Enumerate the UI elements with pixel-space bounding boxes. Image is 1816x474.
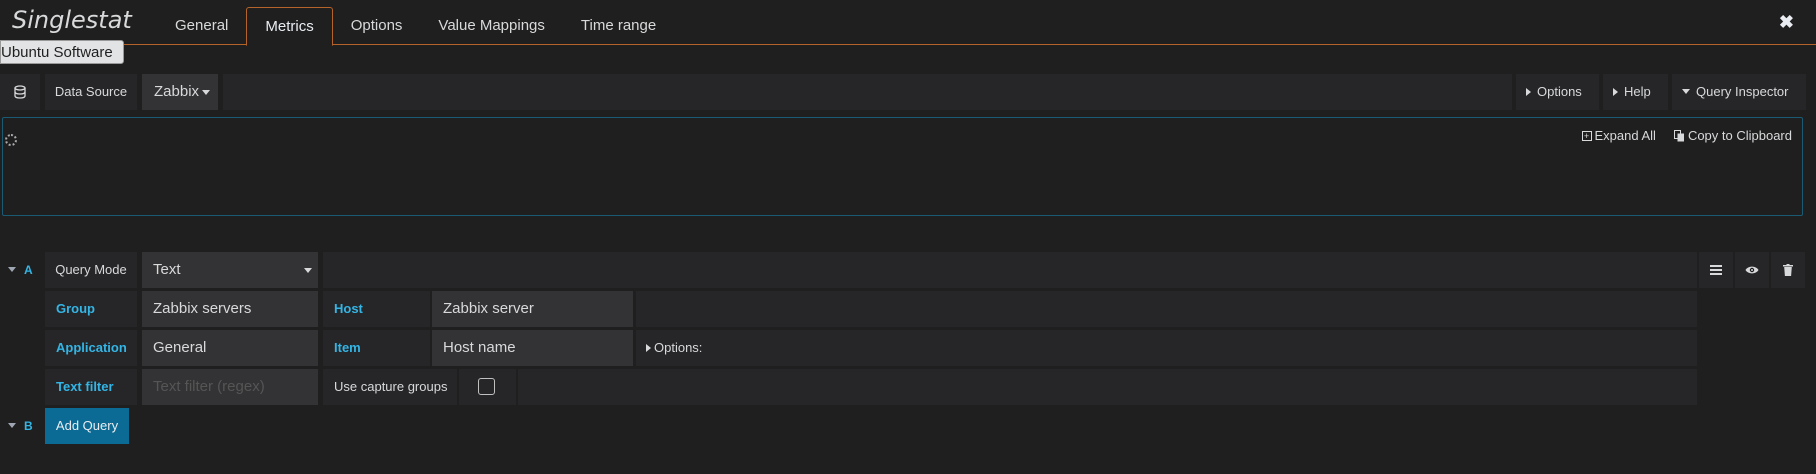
tab-options[interactable]: Options bbox=[333, 7, 421, 45]
query-b-collapse-toggle[interactable]: B bbox=[0, 408, 40, 444]
item-input[interactable]: Host name bbox=[432, 330, 633, 366]
caret-down-icon bbox=[1682, 89, 1690, 94]
query-a-collapse-toggle[interactable]: A bbox=[0, 252, 40, 288]
editor-tabs: General Metrics Options Value Mappings T… bbox=[157, 7, 674, 46]
query-a-header-filler bbox=[323, 252, 1697, 288]
host-input[interactable]: Zabbix server bbox=[432, 291, 633, 327]
caret-down-icon bbox=[8, 423, 16, 428]
tooltip: Ubuntu Software bbox=[0, 40, 124, 64]
expand-all-label: Expand All bbox=[1594, 128, 1656, 143]
datasource-label: Data Source bbox=[45, 74, 137, 110]
clipboard-icon bbox=[1673, 129, 1684, 141]
caret-down-icon bbox=[202, 90, 210, 95]
options-toggle-button[interactable]: Options bbox=[1516, 74, 1599, 110]
tab-time-range[interactable]: Time range bbox=[563, 7, 674, 45]
close-icon[interactable]: ✖ bbox=[1779, 12, 1794, 33]
hamburger-icon bbox=[1710, 265, 1722, 275]
datasource-row-filler bbox=[223, 74, 1512, 110]
datasource-row: Data Source Zabbix Options Help Query In… bbox=[0, 74, 1816, 110]
copy-to-clipboard-label: Copy to Clipboard bbox=[1687, 128, 1792, 143]
caret-down-icon bbox=[8, 267, 16, 272]
query-inspector-panel: + Expand All Copy to Clipboard bbox=[2, 117, 1803, 216]
tab-metrics[interactable]: Metrics bbox=[246, 7, 333, 46]
text-filter-input[interactable]: Text filter (regex) bbox=[142, 369, 318, 405]
inspector-actions: + Expand All Copy to Clipboard bbox=[1581, 128, 1792, 143]
text-filter-filler bbox=[518, 369, 1697, 405]
help-toggle-label: Help bbox=[1624, 84, 1651, 99]
query-mode-value: Text bbox=[153, 261, 181, 278]
eye-icon bbox=[1745, 266, 1759, 274]
query-inspector-button[interactable]: Query Inspector bbox=[1672, 74, 1806, 110]
group-label: Group bbox=[45, 291, 137, 327]
loading-spinner-icon bbox=[5, 134, 17, 146]
query-menu-button[interactable] bbox=[1699, 252, 1733, 288]
caret-right-icon bbox=[1613, 88, 1618, 96]
capture-groups-label: Use capture groups bbox=[323, 369, 457, 405]
tab-value-mappings[interactable]: Value Mappings bbox=[420, 7, 562, 45]
panel-title: Singlestat bbox=[12, 6, 132, 34]
query-b-letter: B bbox=[24, 419, 33, 433]
query-inspector-label: Query Inspector bbox=[1696, 84, 1789, 99]
application-item-row: Application General Item Host name Optio… bbox=[0, 330, 1697, 366]
options-toggle-label: Options bbox=[1537, 84, 1582, 99]
copy-to-clipboard-button[interactable]: Copy to Clipboard bbox=[1673, 128, 1792, 143]
query-mode-label: Query Mode bbox=[45, 252, 137, 288]
caret-down-icon bbox=[304, 268, 312, 273]
plus-square-icon: + bbox=[1581, 130, 1592, 141]
caret-right-icon bbox=[1526, 88, 1531, 96]
capture-groups-checkbox[interactable] bbox=[478, 378, 495, 395]
query-options-label: Options: bbox=[654, 340, 703, 355]
panel-editor-header: Singlestat General Metrics Options Value… bbox=[0, 0, 1816, 46]
help-toggle-button[interactable]: Help bbox=[1603, 74, 1668, 110]
trash-icon bbox=[1783, 264, 1793, 276]
delete-query-button[interactable] bbox=[1771, 252, 1805, 288]
text-filter-label: Text filter bbox=[45, 369, 137, 405]
expand-all-button[interactable]: + Expand All bbox=[1581, 128, 1656, 143]
query-mode-select[interactable]: Text bbox=[142, 252, 318, 288]
item-label: Item bbox=[323, 330, 430, 366]
host-label: Host bbox=[323, 291, 430, 327]
query-options-toggle[interactable]: Options: bbox=[636, 330, 1697, 366]
caret-right-icon bbox=[646, 344, 651, 352]
query-a-header-row: A Query Mode Text bbox=[0, 252, 1816, 288]
datasource-select[interactable]: Zabbix bbox=[142, 74, 218, 110]
application-input[interactable]: General bbox=[142, 330, 318, 366]
query-a-letter: A bbox=[24, 263, 33, 277]
group-input[interactable]: Zabbix servers bbox=[142, 291, 318, 327]
text-filter-row: Text filter Text filter (regex) Use capt… bbox=[0, 369, 1697, 405]
group-host-filler bbox=[636, 291, 1697, 327]
application-label: Application bbox=[45, 330, 137, 366]
toggle-visibility-button[interactable] bbox=[1735, 252, 1769, 288]
database-icon bbox=[0, 74, 40, 110]
group-host-row: Group Zabbix servers Host Zabbix server bbox=[0, 291, 1697, 327]
datasource-selected-value: Zabbix bbox=[154, 83, 200, 100]
tab-general[interactable]: General bbox=[157, 7, 246, 45]
add-query-button[interactable]: Add Query bbox=[45, 408, 129, 444]
query-b-row: B Add Query bbox=[0, 408, 200, 444]
